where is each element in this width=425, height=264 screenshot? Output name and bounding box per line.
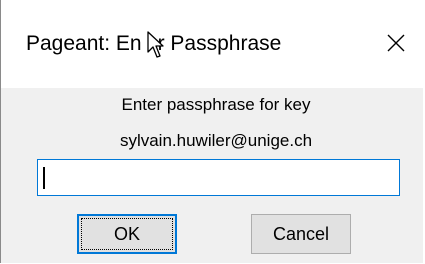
passphrase-dialog: Pageant: En r Passphrase Enter passphrase… [0, 0, 423, 263]
close-icon [387, 34, 405, 52]
mouse-pointer-icon [147, 31, 164, 58]
close-button[interactable] [371, 20, 421, 66]
key-comment-text: sylvain.huwiler@unige.ch [119, 131, 313, 150]
ok-button[interactable]: OK [77, 214, 177, 254]
dialog-body: Enter passphrase for key sylvain.huwiler… [1, 88, 423, 263]
passphrase-input[interactable] [37, 159, 400, 196]
cancel-button-label: Cancel [272, 223, 330, 244]
focus-rectangle [81, 218, 173, 250]
cancel-button[interactable]: Cancel [251, 214, 351, 254]
prompt-text: Enter passphrase for key [121, 95, 311, 114]
text-caret [43, 167, 45, 189]
title-bar: Pageant: En r Passphrase [1, 0, 423, 88]
